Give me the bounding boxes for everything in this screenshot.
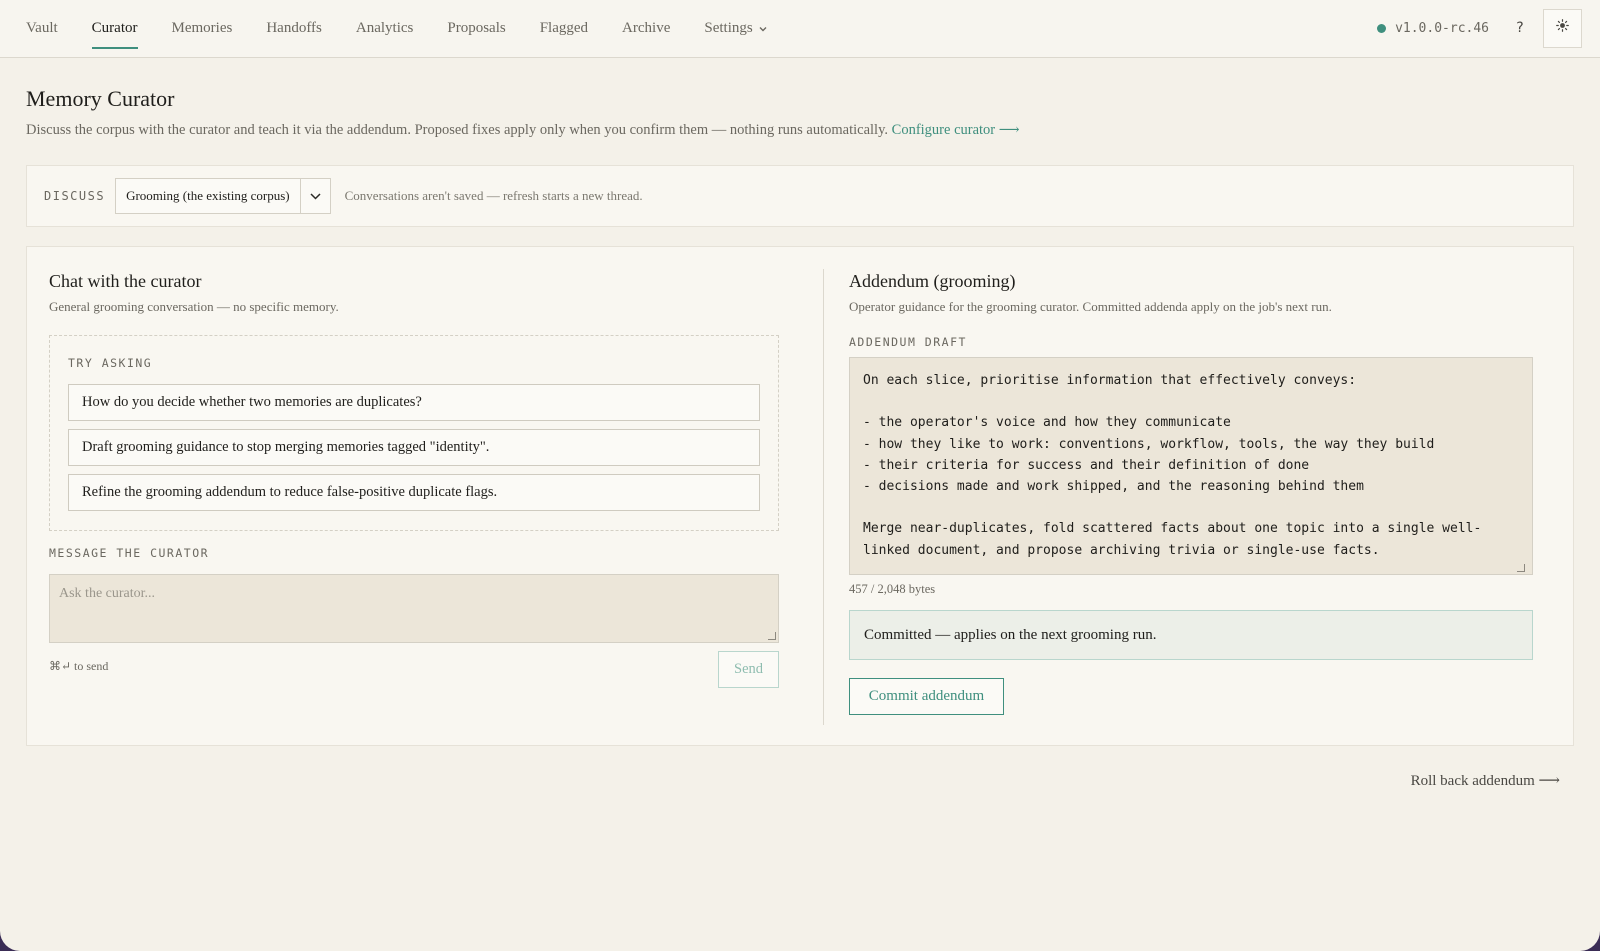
suggestion-item[interactable]: Refine the grooming addendum to reduce f… — [68, 474, 760, 511]
chat-subtitle: General grooming conversation — no speci… — [49, 299, 339, 314]
discuss-bar: DISCUSS Grooming (the existing corpus) C… — [26, 165, 1574, 227]
addendum-title: Addendum (grooming) — [849, 271, 1016, 291]
addendum-draft-editor[interactable]: On each slice, prioritise information th… — [849, 357, 1533, 575]
page-title: Memory Curator — [26, 86, 175, 111]
byte-count: 457 / 2,048 bytes — [849, 582, 936, 596]
tab-archive[interactable]: Archive — [622, 0, 670, 56]
suggestion-item[interactable]: How do you decide whether two memories a… — [68, 384, 760, 421]
chevron-down-icon — [301, 179, 330, 213]
tab-memories[interactable]: Memories — [172, 0, 233, 56]
suggestion-item[interactable]: Draft grooming guidance to stop merging … — [68, 429, 760, 466]
help-button[interactable]: ? — [1511, 20, 1529, 36]
tab-proposals[interactable]: Proposals — [447, 0, 505, 56]
theme-toggle-button[interactable] — [1543, 8, 1582, 48]
addendum-draft-label: ADDENDUM DRAFT — [849, 335, 967, 349]
sun-icon — [1556, 19, 1569, 37]
tab-settings[interactable]: Settings — [704, 0, 767, 56]
discuss-note: Conversations aren't saved — refresh sta… — [344, 188, 643, 203]
discuss-mode-value: Grooming (the existing corpus) — [116, 179, 301, 213]
tab-label: Flagged — [539, 19, 589, 36]
tab-label: Vault — [26, 19, 58, 36]
page-description: Discuss the corpus with the curator and … — [26, 122, 1020, 139]
chat-title: Chat with the curator — [49, 271, 202, 291]
column-divider — [823, 269, 824, 725]
tab-vault[interactable]: Vault — [26, 0, 58, 56]
tab-flagged[interactable]: Flagged — [540, 0, 588, 56]
tab-handoffs[interactable]: Handoffs — [266, 0, 322, 56]
status-dot-icon — [1377, 23, 1387, 33]
rollback-addendum-link[interactable]: Roll back addendum ⟶ — [1411, 771, 1560, 790]
message-input[interactable] — [49, 574, 779, 643]
tab-label: Settings — [704, 19, 753, 36]
addendum-subtitle: Operator guidance for the grooming curat… — [849, 299, 1332, 314]
resize-grip-icon[interactable] — [1517, 564, 1525, 572]
commit-addendum-button[interactable]: Commit addendum — [849, 678, 1004, 715]
tab-label: Curator — [91, 19, 138, 36]
send-hint: ⌘↵ to send — [49, 659, 109, 673]
top-nav: Vault Curator Memories Handoffs Analytic… — [0, 0, 1600, 58]
nav-right: v1.0.0-rc.46 ? — [1377, 0, 1582, 56]
tab-label: Memories — [171, 19, 233, 36]
page-description-text: Discuss the corpus with the curator and … — [26, 122, 889, 138]
try-asking-box: TRY ASKING How do you decide whether two… — [49, 335, 779, 531]
curator-panel: Chat with the curator General grooming c… — [26, 246, 1574, 746]
app-window: Vault Curator Memories Handoffs Analytic… — [0, 0, 1600, 951]
send-button[interactable]: Send — [718, 651, 779, 688]
discuss-label: DISCUSS — [44, 189, 106, 203]
version-label: v1.0.0-rc.46 — [1395, 20, 1489, 36]
resize-grip-icon[interactable] — [768, 632, 776, 640]
chevron-down-icon — [759, 24, 767, 35]
try-asking-label: TRY ASKING — [68, 356, 153, 370]
configure-curator-link[interactable]: Configure curator ⟶ — [892, 122, 1020, 138]
message-label: MESSAGE THE CURATOR — [49, 546, 210, 560]
discuss-mode-select[interactable]: Grooming (the existing corpus) — [115, 178, 331, 214]
tab-label: Archive — [622, 19, 671, 36]
tab-analytics[interactable]: Analytics — [356, 0, 414, 56]
tab-label: Handoffs — [266, 19, 322, 36]
tab-curator[interactable]: Curator — [91, 0, 138, 56]
tab-label: Analytics — [355, 19, 414, 36]
commit-status-message: Committed — applies on the next grooming… — [849, 610, 1533, 660]
tab-label: Proposals — [447, 19, 506, 36]
